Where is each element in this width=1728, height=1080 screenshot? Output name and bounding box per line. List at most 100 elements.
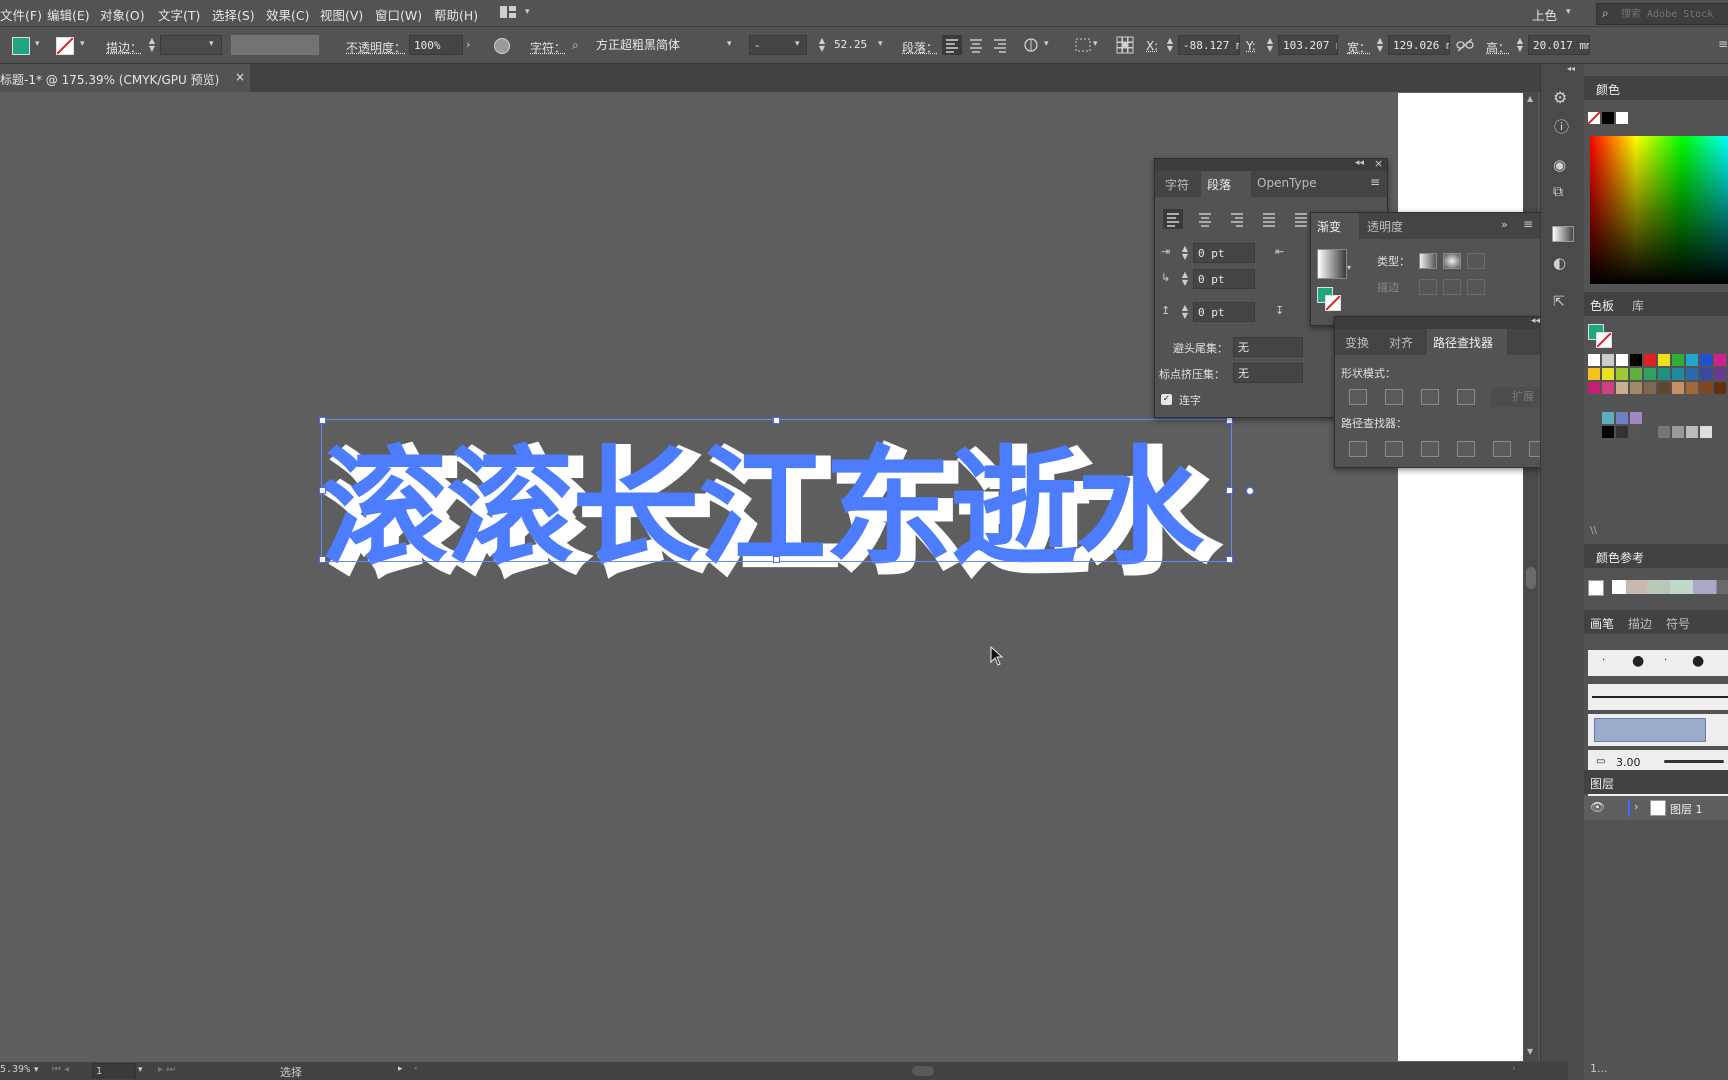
minus-front-icon[interactable] [1385,389,1403,405]
swatch[interactable] [1658,426,1670,438]
swatch[interactable] [1714,382,1726,394]
swatch[interactable] [1588,354,1600,366]
brush-pattern[interactable] [1588,714,1728,746]
gear-icon[interactable]: ⚙ [1553,88,1567,107]
layer-row[interactable]: 👁 › 图层 1 [1584,796,1728,820]
expand-icon[interactable]: » [1501,218,1508,231]
collapse-icon[interactable]: ◂◂ [1355,158,1364,168]
artboard-number[interactable]: 1 [92,1063,136,1078]
swatch[interactable] [1644,368,1656,380]
brush-presets[interactable]: · ● · ● [1588,650,1728,676]
reference-point-icon[interactable] [1116,36,1134,54]
menu-help[interactable]: 帮助(H) [434,5,478,24]
opacity-field[interactable]: 100% [409,35,463,55]
gradient-stroke-swatch[interactable] [1325,295,1341,311]
scroll-right-icon[interactable]: › [1512,1064,1516,1074]
swatch[interactable] [1602,382,1614,394]
transparency-icon[interactable]: ◐ [1553,254,1566,272]
swatch[interactable] [1658,382,1670,394]
swatch[interactable] [1616,382,1628,394]
swatch[interactable] [1686,382,1698,394]
font-family-field[interactable]: 方正超粗黑简体 [592,35,738,55]
chevron-right-icon[interactable]: ▸ [398,1064,403,1074]
control-bar-menu-icon[interactable]: ≡ [1718,37,1728,51]
chevron-down-icon[interactable]: ▾ [138,1065,143,1075]
unite-icon[interactable] [1349,389,1367,405]
tab-libraries[interactable]: 库 [1632,297,1644,314]
hyphenate-checkbox[interactable]: ✓ [1161,394,1172,405]
chevron-down-icon[interactable]: ▾ [727,39,732,49]
constrain-proportions-icon[interactable] [1456,38,1474,52]
export-icon[interactable]: ⇱ [1553,294,1565,310]
swatch[interactable] [1686,368,1698,380]
align-right-icon[interactable] [1227,209,1247,229]
document-tab[interactable]: 标题-1* @ 175.39% (CMYK/GPU 预览) × [0,64,250,92]
swatch[interactable] [1602,354,1614,366]
swatch[interactable] [1714,354,1726,366]
info-icon[interactable]: ⓘ [1554,116,1569,137]
width-field[interactable]: 129.026 m [1388,35,1450,55]
x-stepper[interactable]: ▲ ▼ [1166,37,1174,53]
headline-text-object[interactable]: 滚滚长江东逝水 滚滚长江东逝水 [318,410,1238,560]
first-artboard-icon[interactable]: ⏮ ◂ [52,1064,69,1075]
tab-stroke[interactable]: 描边 [1628,615,1652,632]
black-swatch[interactable] [1602,112,1614,124]
brush-definition-field[interactable] [231,35,319,55]
swatch[interactable] [1658,354,1670,366]
arrange-documents-icon[interactable] [500,6,516,18]
color-spectrum[interactable] [1590,136,1728,284]
first-line-stepper[interactable]: ▲ ▼ [1181,271,1189,287]
avoid-select[interactable]: 无 [1233,337,1303,357]
stock-search-input[interactable] [1619,5,1728,23]
swatch[interactable] [1602,426,1614,438]
fill-color-swatch[interactable] [12,37,30,55]
punct-select[interactable]: 无 [1233,363,1303,383]
scroll-thumb[interactable] [1526,567,1536,589]
divide-icon[interactable] [1349,441,1367,457]
scroll-left-icon[interactable]: ‹ [414,1064,418,1074]
left-indent-field[interactable]: 0 pt [1193,243,1255,263]
menu-file[interactable]: 文件(F) [0,5,42,24]
swatch[interactable] [1644,382,1656,394]
swatch[interactable] [1630,412,1642,424]
swatch[interactable] [1602,412,1614,424]
workspace-switcher[interactable]: 上色 [1532,5,1557,24]
tab-symbols[interactable]: 符号 [1666,615,1690,632]
swatch[interactable] [1672,354,1684,366]
chevron-down-icon[interactable]: ▾ [525,7,530,17]
menu-edit[interactable]: 编辑(E) [47,5,90,24]
menu-window[interactable]: 窗口(W) [375,5,422,24]
chevron-down-icon[interactable]: ▾ [878,39,883,49]
swatch[interactable] [1588,382,1600,394]
warp-text-icon[interactable] [1022,37,1040,53]
brush-dot[interactable]: ● [1692,653,1704,669]
stroke-along-icon[interactable] [1443,279,1461,295]
swatch-grid[interactable] [1588,354,1728,444]
none-swatch[interactable] [1588,112,1600,124]
swatch[interactable] [1588,368,1600,380]
swatch[interactable] [1686,354,1698,366]
swatch[interactable] [1630,354,1642,366]
tab-color[interactable]: 颜色 [1596,81,1620,98]
exclude-icon[interactable] [1457,389,1475,405]
height-field[interactable]: 20.017 mm [1528,35,1590,55]
menu-type[interactable]: 文字(T) [158,5,200,24]
tab-color-guide[interactable]: 颜色参考 [1596,549,1644,566]
stroke-weight-stepper[interactable]: ▲ ▼ [148,37,156,53]
zoom-level[interactable]: 5.39% [0,1064,30,1075]
swatch[interactable] [1616,368,1628,380]
panel-grip[interactable]: ◂◂ × [1335,317,1565,329]
swatch[interactable] [1672,382,1684,394]
tab-swatches[interactable]: 色板 [1590,297,1614,314]
menu-select[interactable]: 选择(S) [212,5,255,24]
width-stepper[interactable]: ▲ ▼ [1376,37,1384,53]
tab-transparency[interactable]: 透明度 [1367,218,1403,235]
close-icon[interactable]: × [1374,157,1383,170]
panel-menu-icon[interactable]: ≡ [1523,217,1533,231]
scroll-up-icon[interactable]: ▲ [1527,94,1533,103]
align-center-icon[interactable] [1195,209,1215,229]
base-color-swatch[interactable] [1588,580,1604,596]
merge-icon[interactable] [1421,441,1439,457]
swatch[interactable] [1644,354,1656,366]
swatch[interactable] [1658,368,1670,380]
